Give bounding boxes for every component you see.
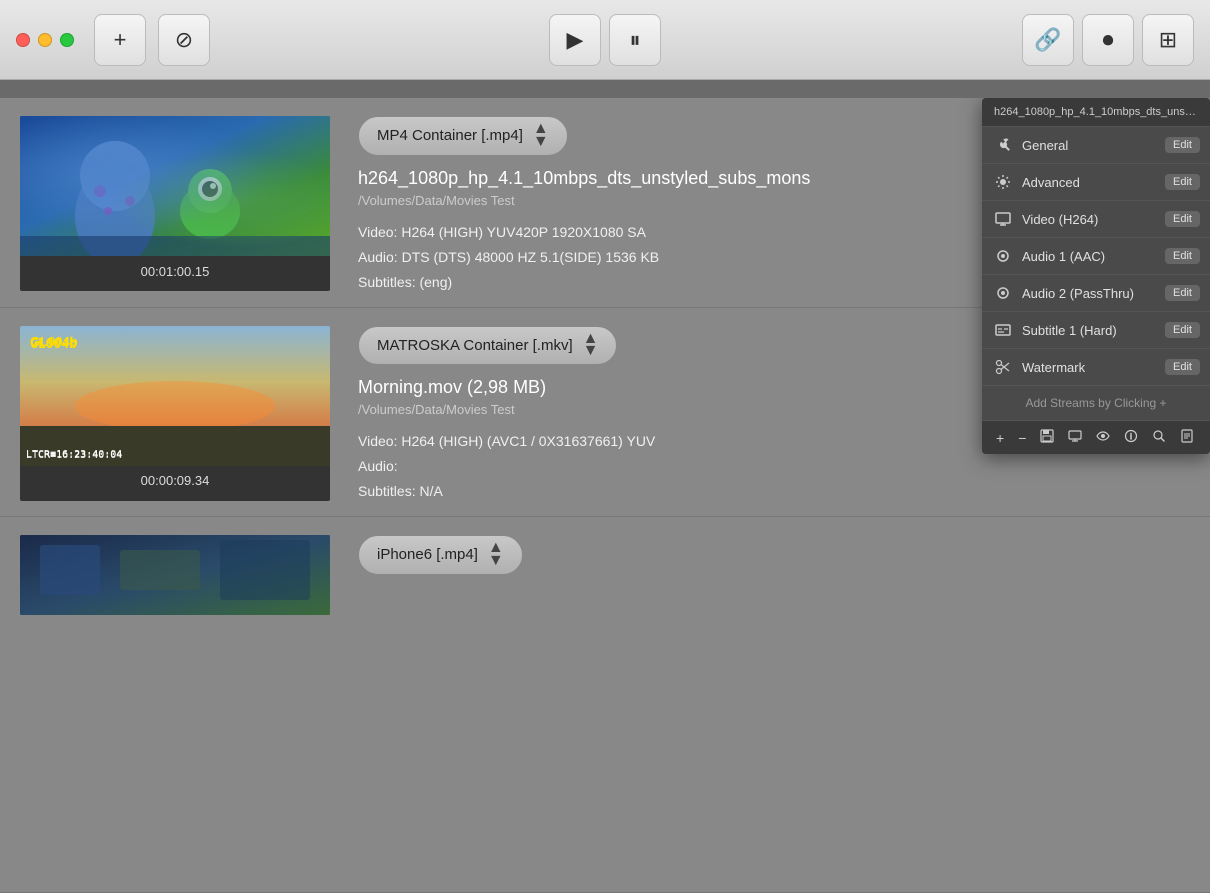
toolbar-save[interactable] bbox=[1036, 427, 1058, 448]
thumbnail-3[interactable] bbox=[20, 535, 330, 615]
container-label-1: MP4 Container [.mp4] bbox=[377, 127, 523, 144]
selector-arrow-2: ▲▼ bbox=[583, 333, 599, 359]
pause-button[interactable]: ⏸ bbox=[609, 14, 661, 66]
top-strip bbox=[0, 80, 1210, 98]
link-button[interactable]: 🔗 bbox=[1022, 14, 1074, 66]
item-label-general: General bbox=[1022, 138, 1165, 153]
advanced-edit-panel: h264_1080p_hp_4.1_10mbps_dts_unsty... Ge… bbox=[982, 98, 1210, 454]
svg-text:LTCR≡16:23:40:04: LTCR≡16:23:40:04 bbox=[26, 450, 122, 461]
file-title-2: Morning.mov (2,98 MB) bbox=[358, 377, 858, 398]
toolbar-search[interactable] bbox=[1148, 427, 1170, 448]
dropdown-item-watermark[interactable]: Watermark Edit bbox=[982, 349, 1210, 386]
file-info-3: iPhone6 [.mp4] ▲▼ bbox=[330, 535, 1190, 587]
dropdown-item-audio1[interactable]: Audio 1 (AAC) Edit bbox=[982, 238, 1210, 275]
file-subtitles-2: Subtitles: N/A bbox=[358, 481, 1190, 502]
thumbnail-2[interactable]: GL004b LTCR≡16:23:40:04 00:00:09.34 bbox=[20, 326, 330, 501]
dropdown-toolbar: + − bbox=[982, 420, 1210, 454]
edit-button-video[interactable]: Edit bbox=[1165, 211, 1200, 227]
dropdown-item-general[interactable]: General Edit bbox=[982, 127, 1210, 164]
dropdown-header: h264_1080p_hp_4.1_10mbps_dts_unsty... bbox=[982, 98, 1210, 127]
dropdown-item-video[interactable]: Video (H264) Edit bbox=[982, 201, 1210, 238]
minimize-button[interactable] bbox=[38, 33, 52, 47]
file-audio-2: Audio: bbox=[358, 456, 1190, 477]
maximize-button[interactable] bbox=[60, 33, 74, 47]
thumbnail-image-2: GL004b LTCR≡16:23:40:04 bbox=[20, 326, 330, 466]
file-row-1: 00:01:00.15 MP4 Container [.mp4] ▲▼ h264… bbox=[0, 98, 1210, 308]
container-selector-3[interactable]: iPhone6 [.mp4] ▲▼ bbox=[358, 535, 523, 575]
container-label-2: MATROSKA Container [.mkv] bbox=[377, 337, 573, 354]
item-label-video: Video (H264) bbox=[1022, 212, 1165, 227]
timestamp-2: 00:00:09.34 bbox=[20, 470, 330, 492]
edit-button-subtitle[interactable]: Edit bbox=[1165, 322, 1200, 338]
item-label-audio1: Audio 1 (AAC) bbox=[1022, 249, 1165, 264]
add-button[interactable]: + bbox=[94, 14, 146, 66]
main-content: 00:01:00.15 MP4 Container [.mp4] ▲▼ h264… bbox=[0, 98, 1210, 893]
gallery-button[interactable]: ⊞ bbox=[1142, 14, 1194, 66]
audio2-icon bbox=[992, 282, 1014, 304]
toolbar-document[interactable] bbox=[1176, 427, 1198, 448]
toolbar-add[interactable]: + bbox=[992, 428, 1008, 448]
toolbar-screen[interactable] bbox=[1064, 427, 1086, 448]
toolbar-remove[interactable]: − bbox=[1014, 428, 1030, 448]
toolbar-eye[interactable] bbox=[1092, 427, 1114, 448]
gear-icon bbox=[992, 171, 1014, 193]
item-label-subtitle: Subtitle 1 (Hard) bbox=[1022, 323, 1165, 338]
file-row-3: iPhone6 [.mp4] ▲▼ bbox=[0, 517, 1210, 893]
subtitle-icon bbox=[992, 319, 1014, 341]
edit-button-advanced[interactable]: Edit bbox=[1165, 174, 1200, 190]
toolbar-info[interactable] bbox=[1120, 427, 1142, 448]
dropdown-item-advanced[interactable]: Advanced Edit bbox=[982, 164, 1210, 201]
edit-button-general[interactable]: Edit bbox=[1165, 137, 1200, 153]
playback-controls: ▶ ⏸ bbox=[549, 14, 661, 66]
item-label-advanced: Advanced bbox=[1022, 175, 1165, 190]
edit-button-watermark[interactable]: Edit bbox=[1165, 359, 1200, 375]
dropdown-item-audio2[interactable]: Audio 2 (PassThru) Edit bbox=[982, 275, 1210, 312]
timestamp-1: 00:01:00.15 bbox=[20, 260, 330, 282]
cancel-button[interactable]: ⊘ bbox=[158, 14, 210, 66]
wrench-icon bbox=[992, 134, 1014, 156]
edit-button-audio2[interactable]: Edit bbox=[1165, 285, 1200, 301]
audio1-icon bbox=[992, 245, 1014, 267]
item-label-watermark: Watermark bbox=[1022, 360, 1165, 375]
svg-text:GL004b: GL004b bbox=[30, 337, 77, 352]
thumbnail-1[interactable]: 00:01:00.15 bbox=[20, 116, 330, 291]
toolbar-right: 🔗 ⏺ ⊞ bbox=[1022, 14, 1194, 66]
close-button[interactable] bbox=[16, 33, 30, 47]
selector-arrow-1: ▲▼ bbox=[533, 123, 549, 149]
monitor-icon bbox=[992, 208, 1014, 230]
item-label-audio2: Audio 2 (PassThru) bbox=[1022, 286, 1165, 301]
container-label-3: iPhone6 [.mp4] bbox=[377, 546, 478, 563]
selector-arrow-3: ▲▼ bbox=[488, 542, 504, 568]
file-title-1: h264_1080p_hp_4.1_10mbps_dts_unstyled_su… bbox=[358, 168, 858, 189]
record-button[interactable]: ⏺ bbox=[1082, 14, 1134, 66]
scissors-icon bbox=[992, 356, 1014, 378]
thumbnail-image-3 bbox=[20, 535, 330, 615]
title-bar: + ⊘ ▶ ⏸ 🔗 ⏺ ⊞ bbox=[0, 0, 1210, 80]
traffic-lights bbox=[16, 33, 74, 47]
dropdown-footer: Add Streams by Clicking + bbox=[982, 386, 1210, 420]
play-button[interactable]: ▶ bbox=[549, 14, 601, 66]
container-selector-2[interactable]: MATROSKA Container [.mkv] ▲▼ bbox=[358, 326, 617, 366]
thumbnail-image-1 bbox=[20, 116, 330, 256]
container-selector-1[interactable]: MP4 Container [.mp4] ▲▼ bbox=[358, 116, 568, 156]
dropdown-item-subtitle[interactable]: Subtitle 1 (Hard) Edit bbox=[982, 312, 1210, 349]
edit-button-audio1[interactable]: Edit bbox=[1165, 248, 1200, 264]
